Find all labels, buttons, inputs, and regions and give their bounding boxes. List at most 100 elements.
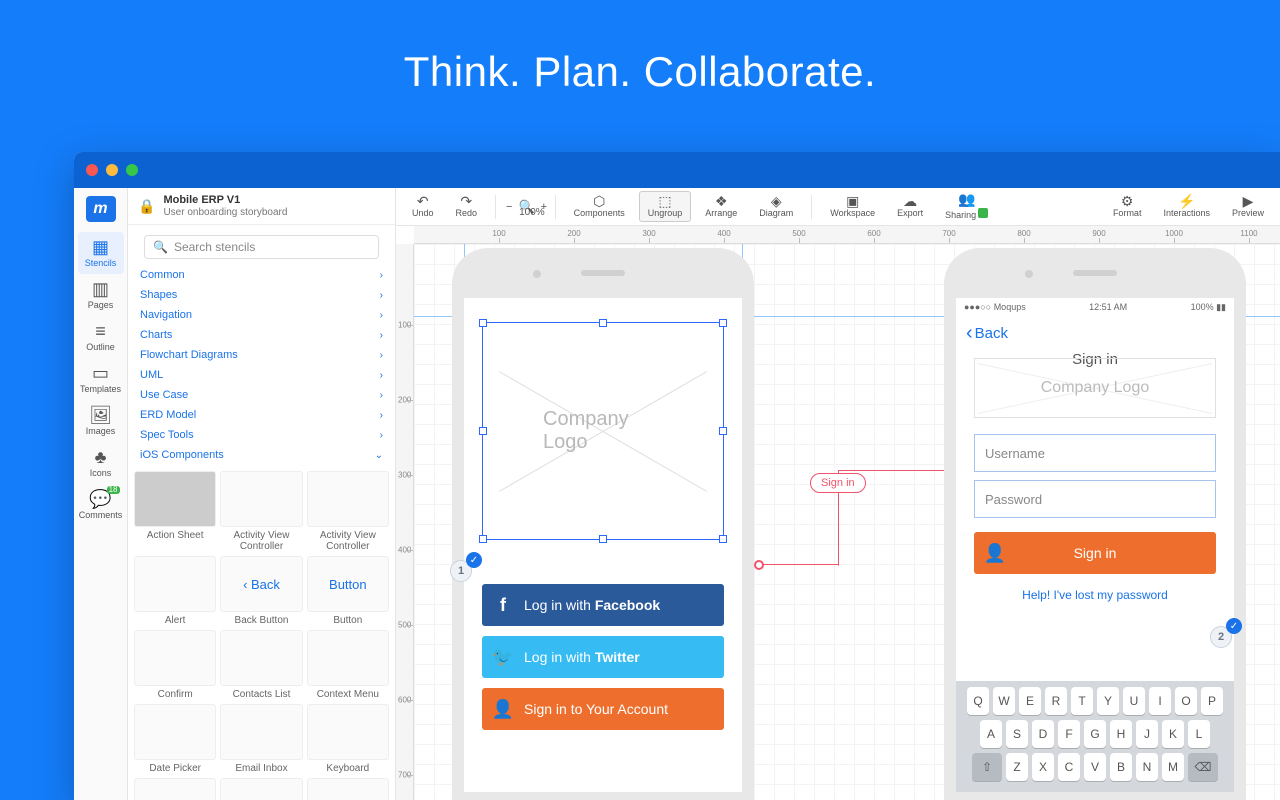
- key-k[interactable]: K: [1162, 720, 1184, 748]
- phone-mockup-2[interactable]: ●●●○○ Moqups 12:51 AM 100% ▮▮ ‹Back Sign…: [944, 248, 1246, 800]
- icons-icon: ♣: [78, 448, 124, 466]
- category-shapes[interactable]: Shapes›: [136, 285, 387, 305]
- key-t[interactable]: T: [1071, 687, 1093, 715]
- redo-icon: ↷: [460, 194, 472, 209]
- window-close-button[interactable]: [86, 164, 98, 176]
- search-icon: 🔍: [153, 240, 168, 254]
- canvas[interactable]: Company Logo fLog in with Facebook 🐦Log …: [414, 244, 1280, 800]
- key-e[interactable]: E: [1019, 687, 1041, 715]
- rail-templates[interactable]: ▭Templates: [78, 358, 124, 400]
- twitter-login-button[interactable]: 🐦Log in with Twitter: [482, 636, 724, 678]
- search-input[interactable]: 🔍 Search stencils: [144, 235, 379, 259]
- key-u[interactable]: U: [1123, 687, 1145, 715]
- stencils-icon: ▦: [78, 238, 124, 256]
- rail-outline[interactable]: ≡Outline: [78, 316, 124, 358]
- stencil-item[interactable]: Context Menu: [307, 630, 389, 700]
- preview-button[interactable]: ▶Preview: [1224, 192, 1272, 221]
- stencil-item[interactable]: Contacts List: [220, 630, 302, 700]
- connector-start[interactable]: [754, 560, 764, 570]
- password-field[interactable]: Password: [974, 480, 1216, 518]
- key-s[interactable]: S: [1006, 720, 1028, 748]
- stencil-item[interactable]: Activity View Controller: [220, 471, 302, 552]
- username-field[interactable]: Username: [974, 434, 1216, 472]
- category-charts[interactable]: Charts›: [136, 325, 387, 345]
- category-erd-model[interactable]: ERD Model›: [136, 405, 387, 425]
- onscreen-keyboard: QWERTYUIOP ASDFGHJKL ⇧ZXCVBNM⌫: [956, 681, 1234, 792]
- interactions-button[interactable]: ⚡Interactions: [1155, 192, 1218, 221]
- stencil-item[interactable]: ButtonButton: [307, 556, 389, 626]
- rail-stencils[interactable]: ▦Stencils: [78, 232, 124, 274]
- key-n[interactable]: N: [1136, 753, 1158, 781]
- arrange-button[interactable]: ❖Arrange: [697, 192, 745, 221]
- back-button[interactable]: ‹Back: [956, 316, 1234, 351]
- key-d[interactable]: D: [1032, 720, 1054, 748]
- key-o[interactable]: O: [1175, 687, 1197, 715]
- key-x[interactable]: X: [1032, 753, 1054, 781]
- facebook-login-button[interactable]: fLog in with Facebook: [482, 584, 724, 626]
- company-logo-placeholder: Company Logo: [543, 408, 663, 454]
- stencil-item[interactable]: Keyboard: [307, 704, 389, 774]
- ungroup-button[interactable]: ⬚Ungroup: [639, 191, 692, 222]
- sharing-button[interactable]: 👥Sharing: [937, 190, 996, 222]
- key-v[interactable]: V: [1084, 753, 1106, 781]
- format-button[interactable]: ⚙Format: [1105, 192, 1150, 221]
- category-use-case[interactable]: Use Case›: [136, 385, 387, 405]
- key-p[interactable]: P: [1201, 687, 1223, 715]
- forgot-password-link[interactable]: Help! I've lost my password: [956, 588, 1234, 602]
- rail-pages[interactable]: ▥Pages: [78, 274, 124, 316]
- window-minimize-button[interactable]: [106, 164, 118, 176]
- key-q[interactable]: Q: [967, 687, 989, 715]
- category-uml[interactable]: UML›: [136, 365, 387, 385]
- key-i[interactable]: I: [1149, 687, 1171, 715]
- link-label[interactable]: Sign in: [810, 473, 866, 493]
- key-w[interactable]: W: [993, 687, 1015, 715]
- key-b[interactable]: B: [1110, 753, 1132, 781]
- key-m[interactable]: M: [1162, 753, 1184, 781]
- stencil-item[interactable]: Action Sheet: [134, 471, 216, 552]
- stencil-item[interactable]: ‹ BackBack Button: [220, 556, 302, 626]
- undo-icon: ↶: [417, 194, 429, 209]
- key-j[interactable]: J: [1136, 720, 1158, 748]
- key-a[interactable]: A: [980, 720, 1002, 748]
- stencil-item[interactable]: [307, 778, 389, 800]
- redo-button[interactable]: ↷Redo: [448, 192, 486, 221]
- category-common[interactable]: Common›: [136, 265, 387, 285]
- components-button[interactable]: ⬡Components: [566, 192, 633, 221]
- key-y[interactable]: Y: [1097, 687, 1119, 715]
- rail-comments[interactable]: 💬18 Comments: [78, 484, 124, 526]
- twitter-icon: 🐦: [482, 647, 524, 668]
- selection-box[interactable]: Company Logo: [482, 322, 724, 540]
- diagram-button[interactable]: ◈Diagram: [751, 192, 801, 221]
- stencil-item[interactable]: Compose: [220, 778, 302, 800]
- key-r[interactable]: R: [1045, 687, 1067, 715]
- category-ios-components[interactable]: iOS Components⌄: [136, 445, 387, 465]
- key-z[interactable]: Z: [1006, 753, 1028, 781]
- key-l[interactable]: L: [1188, 720, 1210, 748]
- workspace-button[interactable]: ▣Workspace: [822, 192, 883, 221]
- app-logo: m: [86, 196, 116, 222]
- stencil-item[interactable]: Alert: [134, 556, 216, 626]
- category-spec-tools[interactable]: Spec Tools›: [136, 425, 387, 445]
- window-zoom-button[interactable]: [126, 164, 138, 176]
- category-flowchart-diagrams[interactable]: Flowchart Diagrams›: [136, 345, 387, 365]
- key-c[interactable]: C: [1058, 753, 1080, 781]
- key-f[interactable]: F: [1058, 720, 1080, 748]
- signin-account-button[interactable]: 👤Sign in to Your Account: [482, 688, 724, 730]
- category-navigation[interactable]: Navigation›: [136, 305, 387, 325]
- undo-button[interactable]: ↶Undo: [404, 192, 442, 221]
- stencil-item[interactable]: Confirm: [134, 630, 216, 700]
- phone-mockup-1[interactable]: Company Logo fLog in with Facebook 🐦Log …: [452, 248, 754, 800]
- export-button[interactable]: ☁Export: [889, 192, 931, 221]
- key-h[interactable]: H: [1110, 720, 1132, 748]
- stencil-item[interactable]: Email Inbox: [220, 704, 302, 774]
- zoom-out-icon[interactable]: −: [506, 201, 512, 213]
- signin-button[interactable]: 👤Sign in: [974, 532, 1216, 574]
- stencil-item[interactable]: Activity View Controller: [307, 471, 389, 552]
- stencil-item[interactable]: Date Picker: [134, 704, 216, 774]
- rail-icons[interactable]: ♣Icons: [78, 442, 124, 484]
- key-g[interactable]: G: [1084, 720, 1106, 748]
- step-check-1: ✓: [466, 552, 482, 568]
- rail-images[interactable]: 🖼Images: [78, 400, 124, 442]
- stencil-item[interactable]: [134, 778, 216, 800]
- ungroup-icon: ⬚: [658, 194, 671, 209]
